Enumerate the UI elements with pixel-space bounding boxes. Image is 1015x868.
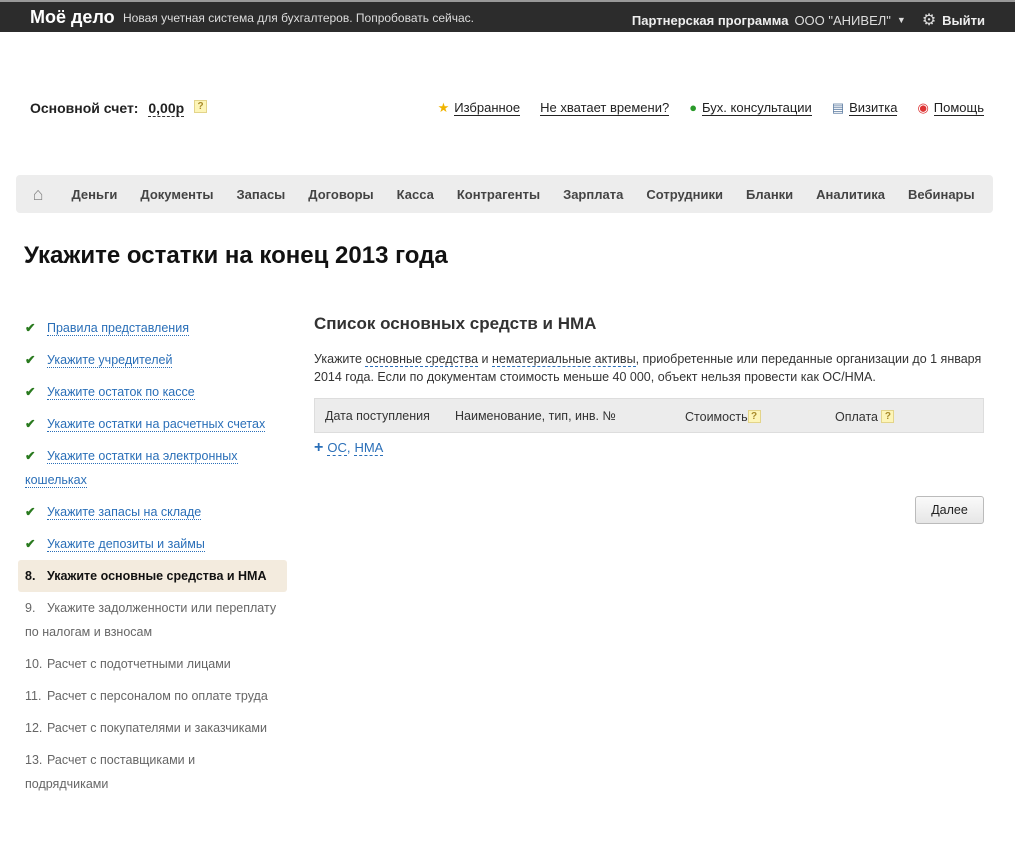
col-payment: Оплата ? — [835, 410, 895, 424]
col-name: Наименование, тип, инв. № — [455, 409, 616, 423]
top-bar: Моё дело Новая учетная система для бухга… — [0, 0, 1015, 32]
main-content: Список основных средств и НМА Укажите ос… — [314, 314, 984, 457]
page-title: Укажите остатки на конец 2013 года — [24, 242, 448, 269]
nav-employees[interactable]: Сотрудники — [635, 187, 735, 202]
no-time-link[interactable]: Не хватает времени? — [540, 100, 670, 116]
business-card-link[interactable]: ▤ Визитка — [832, 100, 898, 116]
plus-icon: + — [314, 439, 324, 456]
company-selector[interactable]: ООО "АНИВЕЛ" — [794, 13, 890, 28]
nav-forms[interactable]: Бланки — [734, 187, 804, 202]
check-icon: ✔ — [25, 537, 36, 551]
nav-documents[interactable]: Документы — [129, 187, 225, 202]
chevron-down-icon[interactable]: ▼ — [897, 15, 906, 25]
col-date: Дата поступления — [325, 409, 430, 423]
step-item[interactable]: ✔ Укажите учредителей — [18, 344, 287, 376]
nav-stock[interactable]: Запасы — [225, 187, 297, 202]
step-item[interactable]: ✔ Укажите запасы на складе — [18, 496, 287, 528]
help-icon[interactable]: ? — [194, 100, 208, 113]
lifebuoy-icon: ◉ — [917, 100, 929, 115]
help-icon[interactable]: ? — [881, 410, 895, 423]
main-nav: ⌂ Деньги Документы Запасы Договоры Касса… — [16, 175, 993, 213]
col-cost: Стоимость? — [685, 410, 761, 424]
home-icon[interactable]: ⌂ — [16, 184, 60, 205]
account-balance: Основной счет: 0,00р ? — [30, 100, 208, 117]
next-button[interactable]: Далее — [915, 496, 984, 524]
logout-button[interactable]: Выйти — [942, 13, 985, 28]
section-description: Укажите основные средства и нематериальн… — [314, 352, 982, 384]
nav-contractors[interactable]: Контрагенты — [445, 187, 551, 202]
step-item[interactable]: ✔ Укажите депозиты и займы — [18, 528, 287, 560]
step-item[interactable]: ✔ Укажите остатки на электронных кошелька… — [18, 440, 287, 496]
promo-link[interactable]: Новая учетная система для бухгалтеров. П… — [123, 11, 474, 25]
check-icon: ✔ — [25, 449, 36, 463]
check-icon: ✔ — [25, 321, 36, 335]
check-icon: ✔ — [25, 417, 36, 431]
add-nma-link[interactable]: НМА — [354, 440, 384, 456]
nav-salary[interactable]: Зарплата — [552, 187, 635, 202]
account-label: Основной счет: — [30, 100, 139, 116]
check-icon: ✔ — [25, 353, 36, 367]
check-icon: ✔ — [25, 385, 36, 399]
card-icon: ▤ — [831, 100, 845, 115]
intangible-assets-link[interactable]: нематериальные активы — [492, 352, 636, 367]
check-icon: ✔ — [25, 505, 36, 519]
step-item: 11. Расчет с персоналом по оплате труда — [25, 689, 268, 703]
step-item[interactable]: ✔ Правила представления — [18, 312, 287, 344]
header-links: ★ Избранное Не хватает времени? ● Бух. кон… — [438, 100, 984, 116]
step-item[interactable]: ✔ Укажите остаток по кассе — [18, 376, 287, 408]
star-icon: ★ — [437, 100, 450, 115]
logo[interactable]: Моё дело — [30, 7, 115, 28]
nav-analytics[interactable]: Аналитика — [805, 187, 897, 202]
gear-icon: ⚙ — [921, 12, 937, 29]
account-value[interactable]: 0,00р — [148, 100, 185, 117]
step-item: 13. Расчет с поставщиками и подрядчиками — [25, 753, 196, 791]
fixed-assets-link[interactable]: основные средства — [365, 352, 479, 367]
steps-sidebar: ✔ Правила представления ✔ Укажите учредите… — [18, 312, 287, 800]
nav-webinars[interactable]: Вебинары — [897, 187, 987, 202]
step-item-active: 8. Укажите основные средства и НМА — [18, 560, 287, 592]
nav-contracts[interactable]: Договоры — [297, 187, 385, 202]
partner-program-link[interactable]: Партнерская программа — [632, 13, 789, 28]
help-icon[interactable]: ? — [747, 410, 761, 423]
add-os-link[interactable]: ОС — [327, 440, 347, 456]
chat-icon: ● — [689, 100, 698, 115]
consultations-link[interactable]: ● Бух. консультации — [689, 100, 812, 116]
nav-money[interactable]: Деньги — [60, 187, 129, 202]
section-heading: Список основных средств и НМА — [314, 314, 597, 333]
add-row: + ОС, НМА — [314, 439, 384, 456]
step-item[interactable]: ✔ Укажите остатки на расчетных счетах — [18, 408, 287, 440]
help-link[interactable]: ◉ Помощь — [917, 100, 984, 116]
step-item: 12. Расчет с покупателями и заказчиками — [25, 721, 267, 735]
table-header: Дата поступления Наименование, тип, инв.… — [314, 398, 984, 433]
favorites-link[interactable]: ★ Избранное — [438, 100, 521, 116]
step-item: 10. Расчет с подотчетными лицами — [25, 657, 231, 671]
step-item: 9. Укажите задолженности или переплату по… — [25, 601, 277, 639]
nav-cash[interactable]: Касса — [385, 187, 445, 202]
